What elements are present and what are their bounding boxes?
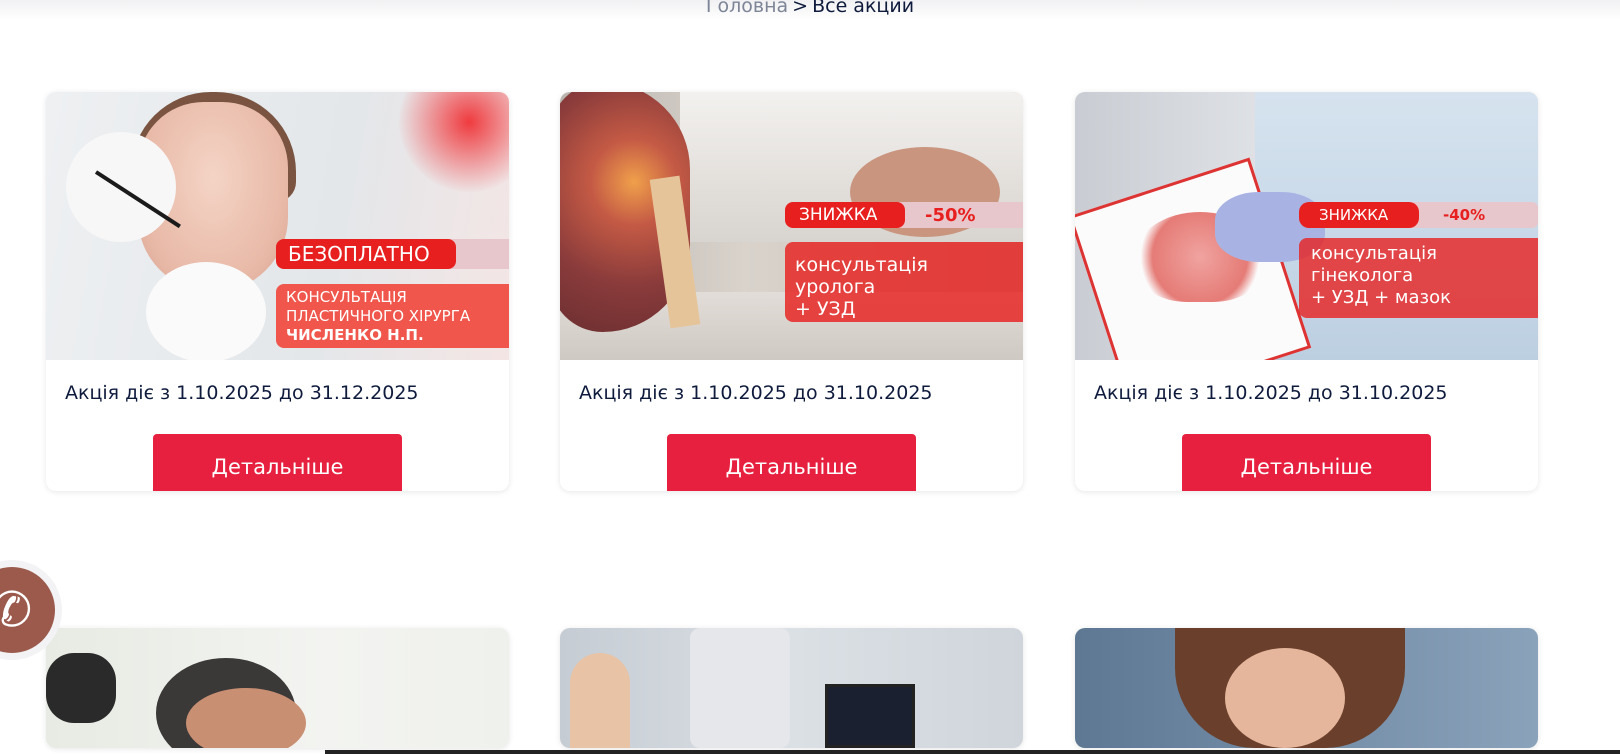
promo-image[interactable]	[560, 628, 1023, 748]
promo-text-box: консультація уролога + УЗД	[785, 242, 1023, 322]
promo-card: -50% ЗНИЖКА консультація уролога + УЗД А…	[560, 92, 1023, 491]
phone-icon: ✆	[0, 567, 55, 653]
promo-card	[1075, 628, 1538, 748]
promo-text-box: КОНСУЛЬТАЦІЯ ПЛАСТИЧНОГО ХІРУРГА ЧИСЛЕНК…	[276, 284, 509, 348]
monitor	[825, 684, 915, 748]
mammography-machine	[690, 628, 790, 748]
breadcrumb: Головна > Все акции	[0, 0, 1620, 18]
promo-text-line: ПЛАСТИЧНОГО ХІРУРГА	[286, 307, 471, 325]
breadcrumb-current: Все акции	[812, 0, 915, 17]
promo-text-line: + УЗД + мазок	[1311, 287, 1451, 308]
promo-doctor-name: ЧИСЛЕНКО Н.П.	[286, 326, 424, 344]
discount-badge: -40%	[1409, 202, 1538, 228]
promo-text-line: консультація	[1311, 243, 1437, 264]
promo-text-box: консультація гінеколога + УЗД + мазок	[1299, 238, 1538, 318]
promo-card: -40% ЗНИЖКА консультація гінеколога + УЗ…	[1075, 92, 1538, 491]
decorative-glow	[399, 92, 509, 192]
promo-image[interactable]: -50% ЗНИЖКА консультація уролога + УЗД	[560, 92, 1023, 360]
glove-hand	[146, 262, 266, 360]
details-button[interactable]: Детальніше	[1182, 434, 1431, 491]
promo-card	[46, 628, 509, 748]
details-button[interactable]: Детальніше	[153, 434, 402, 491]
promo-dates: Акція діє з 1.10.2025 до 31.12.2025	[65, 382, 419, 404]
promo-text-line: КОНСУЛЬТАЦІЯ	[286, 288, 407, 306]
promo-image[interactable]: -40% ЗНИЖКА консультація гінеколога + УЗ…	[1075, 92, 1538, 360]
promo-badge: ЗНИЖКА	[785, 202, 905, 228]
promo-dates: Акція діє з 1.10.2025 до 31.10.2025	[579, 382, 933, 404]
discount-badge: -50%	[895, 202, 1023, 228]
promo-card: БЕЗОПЛАТНО КОНСУЛЬТАЦІЯ ПЛАСТИЧНОГО ХІРУ…	[46, 92, 509, 491]
promo-image[interactable]	[46, 628, 509, 748]
promo-text-line: гінеколога	[1311, 265, 1414, 286]
model-face	[1225, 648, 1345, 748]
promo-image[interactable]	[1075, 628, 1538, 748]
promo-image[interactable]: БЕЗОПЛАТНО КОНСУЛЬТАЦІЯ ПЛАСТИЧНОГО ХІРУ…	[46, 92, 509, 360]
promo-text-line: консультація уролога	[795, 254, 928, 298]
promo-text-line: + УЗД	[795, 298, 856, 320]
promo-dates: Акція діє з 1.10.2025 до 31.10.2025	[1094, 382, 1448, 404]
promo-badge: ЗНИЖКА	[1299, 202, 1419, 228]
bottom-divider	[325, 750, 1620, 754]
details-button[interactable]: Детальніше	[667, 434, 916, 491]
breadcrumb-separator: >	[792, 0, 809, 17]
nurse	[570, 653, 630, 748]
breadcrumb-home-link[interactable]: Головна	[706, 0, 788, 17]
promo-card	[560, 628, 1023, 748]
glove-hand	[46, 653, 116, 723]
promo-badge: БЕЗОПЛАТНО	[276, 239, 456, 269]
